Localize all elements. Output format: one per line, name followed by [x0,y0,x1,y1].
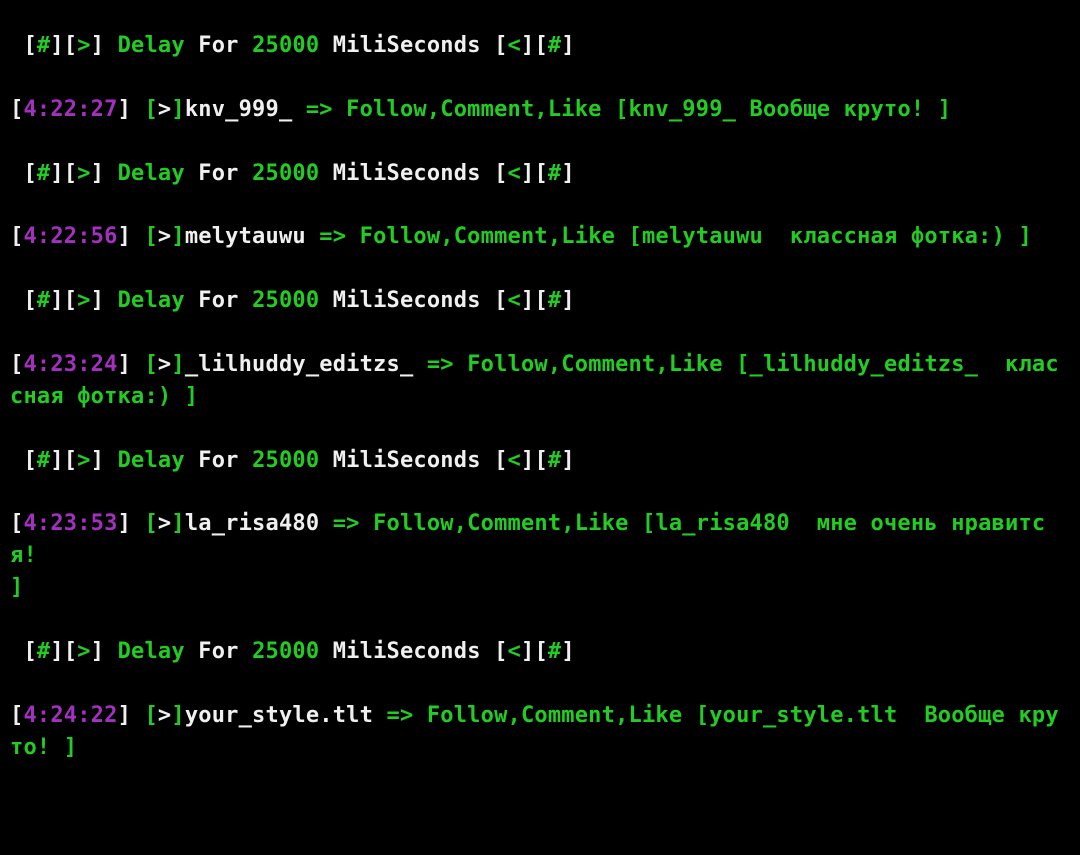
chevron-right-icon: > [158,703,171,728]
delay-line: [#][>] Delay For 25000 MiliSeconds [<][#… [10,448,575,473]
username: melytauwu [185,224,306,249]
echo-username: melytauwu [642,224,763,249]
username: knv_999_ [185,97,293,122]
comment-text: Вообще круто! [750,97,925,122]
chevron-right-icon: > [158,352,171,377]
chevron-right-icon: > [158,224,171,249]
timestamp: 4:22:27 [23,97,117,122]
terminal-output: [#][>] Delay For 25000 MiliSeconds [<][#… [0,22,1080,771]
timestamp: 4:22:56 [23,224,117,249]
action-list: Follow,Comment,Like [427,703,682,728]
chevron-right-icon: > [158,511,171,536]
echo-username: _lilhuddy_editzs_ [750,352,979,377]
delay-line: [#][>] Delay For 25000 MiliSeconds [<][#… [10,33,575,58]
delay-line: [#][>] Delay For 25000 MiliSeconds [<][#… [10,161,575,186]
echo-username: la_risa480 [655,511,789,536]
echo-username: your_style.tlt [709,703,897,728]
log-entry: [4:22:56] [>]melytauwu => Follow,Comment… [10,224,1032,249]
log-entry: [4:23:53] [>]la_risa480 => Follow,Commen… [10,511,1045,600]
log-entry: [4:24:22] [>]your_style.tlt => Follow,Co… [10,703,1059,760]
action-list: Follow,Comment,Like [373,511,628,536]
chevron-right-icon: > [158,97,171,122]
action-list: Follow,Comment,Like [346,97,601,122]
delay-line: [#][>] Delay For 25000 MiliSeconds [<][#… [10,288,575,313]
comment-text: классная фотка:) [790,224,1005,249]
timestamp: 4:24:22 [23,703,117,728]
log-entry: [4:23:24] [>]_lilhuddy_editzs_ => Follow… [10,352,1059,409]
timestamp: 4:23:24 [23,352,117,377]
action-list: Follow,Comment,Like [360,224,615,249]
username: your_style.tlt [185,703,373,728]
action-list: Follow,Comment,Like [467,352,722,377]
timestamp: 4:23:53 [23,511,117,536]
delay-line: [#][>] Delay For 25000 MiliSeconds [<][#… [10,639,575,664]
log-entry: [4:22:27] [>]knv_999_ => Follow,Comment,… [10,97,951,122]
echo-username: knv_999_ [629,97,737,122]
username: la_risa480 [185,511,319,536]
username: _lilhuddy_editzs_ [185,352,414,377]
